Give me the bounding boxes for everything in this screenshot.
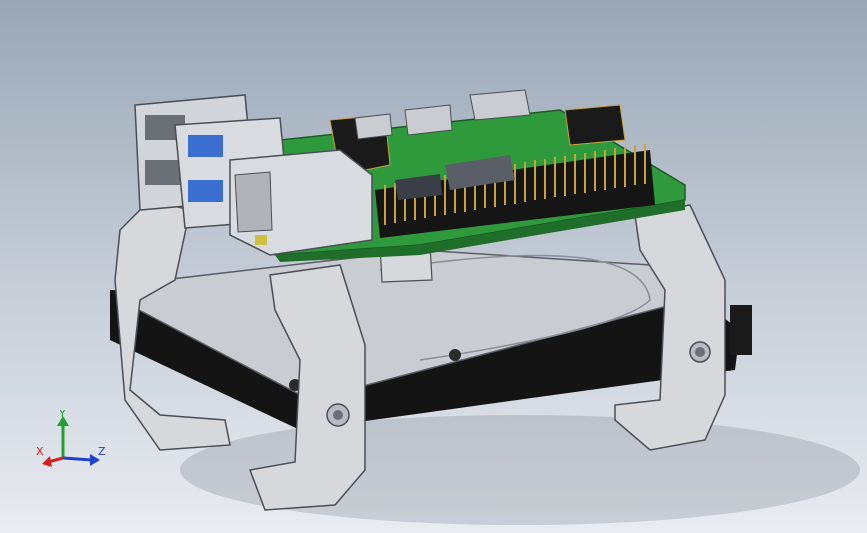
z-axis-line <box>62 456 93 462</box>
csi-connector <box>564 104 626 146</box>
micro-hdmi-port <box>404 104 453 136</box>
cad-viewport[interactable]: Y Z X <box>0 0 867 533</box>
ethernet-port <box>229 149 373 256</box>
drive-connector <box>730 305 752 355</box>
y-axis-label: Y <box>58 410 66 420</box>
3d-model-view[interactable] <box>0 0 867 533</box>
bracket-hole-inner <box>333 410 343 420</box>
drive-screw <box>449 349 461 361</box>
raspberry-pi-board[interactable] <box>134 89 686 262</box>
micro-hdmi-port <box>354 113 393 140</box>
x-axis-label: X <box>36 445 44 458</box>
axis-triad: Y Z X <box>36 410 106 467</box>
bracket-hole-inner <box>695 347 705 357</box>
z-axis-label: Z <box>98 445 106 458</box>
usb-c-port <box>469 89 531 121</box>
